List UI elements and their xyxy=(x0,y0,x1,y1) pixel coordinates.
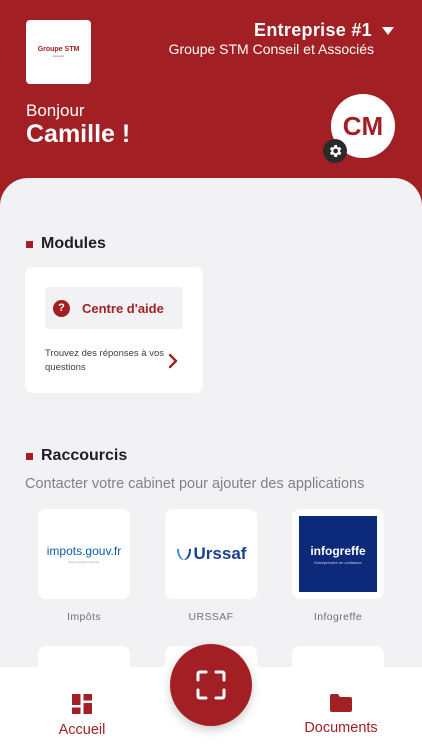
modules-section-title: Modules xyxy=(26,235,106,253)
help-center-label: Centre d'aide xyxy=(82,300,164,316)
shortcuts-title: Raccourcis xyxy=(41,447,128,464)
tab-documents[interactable]: Documents xyxy=(271,667,411,750)
tab-documents-label: Documents xyxy=(304,720,378,736)
infogreffe-logo: infogreffe Entreprendre en confiance xyxy=(299,516,377,592)
folder-icon xyxy=(330,694,352,712)
scan-button[interactable] xyxy=(170,644,252,726)
dashboard-icon xyxy=(72,694,92,714)
shortcut-infogreffe[interactable]: infogreffe Entreprendre en confiance xyxy=(292,509,384,599)
urssaf-logo: Urssaf xyxy=(176,544,247,564)
shortcut-label-impots: Impôts xyxy=(67,611,101,623)
chevron-right-icon[interactable] xyxy=(167,353,179,369)
gear-icon[interactable] xyxy=(323,139,347,163)
shortcut-label-urssaf: URSSAF xyxy=(188,611,234,623)
shortcuts-section-title: Raccourcis xyxy=(26,447,127,465)
section-marker xyxy=(26,452,33,460)
infogreffe-logo-text: infogreffe xyxy=(310,543,366,558)
impots-logo: impots.gouv.fr liberté égalité fraternit… xyxy=(47,544,121,564)
shortcut-impots[interactable]: impots.gouv.fr liberté égalité fraternit… xyxy=(38,509,130,599)
caret-down-icon[interactable] xyxy=(382,26,394,35)
company-logo: Groupe STM conseil xyxy=(26,20,91,84)
section-marker xyxy=(26,240,33,248)
company-subtitle: Groupe STM Conseil et Associés xyxy=(168,41,374,57)
shortcuts-hint: Contacter votre cabinet pour ajouter des… xyxy=(25,476,365,492)
company-name[interactable]: Entreprise #1 xyxy=(254,20,372,41)
help-center-card[interactable]: ? Centre d'aide Trouvez des réponses à v… xyxy=(25,267,203,393)
shortcut-label-infogreffe: Infogreffe xyxy=(313,611,363,623)
shortcut-urssaf[interactable]: Urssaf xyxy=(165,509,257,599)
greeting: Bonjour xyxy=(26,101,85,120)
tab-home-label: Accueil xyxy=(58,722,106,738)
help-center-description: Trouvez des réponses à vos questions xyxy=(45,348,164,373)
infogreffe-logo-tagline: Entreprendre en confiance xyxy=(314,559,362,565)
username: Camille ! xyxy=(26,120,131,148)
company-selector[interactable]: Entreprise #1 xyxy=(254,20,394,41)
urssaf-mark-icon xyxy=(176,549,191,560)
help-center-button[interactable]: ? Centre d'aide xyxy=(45,287,183,329)
logo-subtitle: conseil xyxy=(52,54,65,58)
logo-title: Groupe STM xyxy=(37,46,80,53)
tab-home[interactable]: Accueil xyxy=(12,667,152,750)
scan-icon xyxy=(196,670,226,700)
modules-title: Modules xyxy=(41,235,106,252)
impots-logo-text: impots.gouv.fr xyxy=(46,544,122,558)
question-icon: ? xyxy=(53,299,70,317)
urssaf-logo-text: Urssaf xyxy=(193,544,247,563)
impots-logo-tagline: liberté égalité fraternité xyxy=(68,560,100,564)
